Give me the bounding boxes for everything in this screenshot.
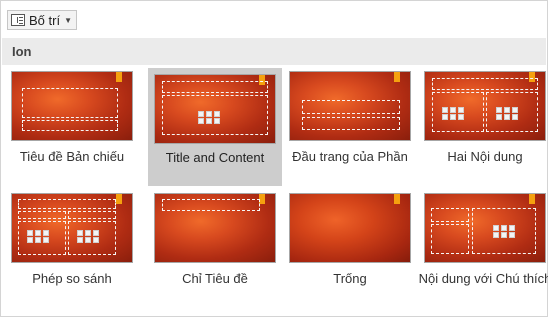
content-icons bbox=[27, 237, 49, 243]
content-icons bbox=[442, 114, 464, 120]
layout-dropdown-button[interactable]: Bố trí ▼ bbox=[7, 10, 77, 30]
layout-gallery: Tiêu đề Bản chiếu Title and Content Đầu … bbox=[1, 65, 548, 316]
title-placeholder bbox=[302, 100, 400, 114]
layout-button-label: Bố trí bbox=[29, 12, 61, 28]
content-icons bbox=[77, 230, 99, 236]
layout-icon bbox=[11, 14, 25, 26]
heading-placeholder-left bbox=[18, 211, 66, 219]
title-placeholder bbox=[162, 199, 260, 211]
chevron-down-icon: ▼ bbox=[64, 15, 72, 25]
content-placeholder bbox=[472, 208, 536, 254]
layout-tile-blank[interactable]: Trống bbox=[283, 187, 417, 313]
theme-group-header: Ion bbox=[2, 38, 546, 65]
layout-label: Đầu trang của Phần bbox=[292, 149, 408, 164]
layout-thumbnail bbox=[289, 193, 411, 263]
layout-tile-title-slide[interactable]: Tiêu đề Bản chiếu bbox=[5, 65, 139, 185]
title-placeholder bbox=[432, 78, 538, 90]
content-icons bbox=[442, 107, 464, 113]
layout-thumbnail bbox=[424, 71, 546, 141]
layout-tile-comparison[interactable]: Phép so sánh bbox=[5, 187, 139, 313]
content-icons bbox=[198, 118, 220, 124]
text-placeholder bbox=[302, 117, 400, 130]
layout-thumbnail bbox=[11, 71, 133, 141]
layout-thumbnail bbox=[154, 193, 276, 263]
title-placeholder bbox=[431, 208, 469, 222]
title-placeholder bbox=[18, 199, 116, 209]
layout-tile-content-with-caption[interactable]: Nội dung với Chú thích bbox=[418, 187, 548, 313]
subtitle-placeholder bbox=[22, 120, 118, 131]
layout-label: Trống bbox=[333, 271, 367, 286]
content-icons bbox=[496, 107, 518, 113]
layout-label: Tiêu đề Bản chiếu bbox=[19, 149, 125, 164]
content-icons bbox=[27, 230, 49, 236]
layout-tile-two-content[interactable]: Hai Nội dung bbox=[418, 65, 548, 185]
accent-tab bbox=[394, 194, 400, 204]
accent-tab bbox=[116, 72, 122, 82]
layout-label: Phép so sánh bbox=[32, 271, 112, 286]
layout-label: Title and Content bbox=[165, 150, 265, 165]
layout-thumbnail bbox=[289, 71, 411, 141]
layout-label: Chỉ Tiêu đề bbox=[182, 271, 248, 286]
layout-tile-title-only[interactable]: Chỉ Tiêu đề bbox=[148, 187, 282, 313]
layout-tile-section-header[interactable]: Đầu trang của Phần bbox=[283, 65, 417, 185]
content-icons bbox=[493, 232, 515, 238]
gallery-toolbar: Bố trí ▼ bbox=[1, 1, 547, 37]
content-icons bbox=[496, 114, 518, 120]
title-placeholder bbox=[22, 88, 118, 118]
content-icons bbox=[493, 225, 515, 231]
layout-thumbnail bbox=[11, 193, 133, 263]
layout-label: Nội dung với Chú thích bbox=[418, 271, 548, 286]
layout-gallery-window: Bố trí ▼ Ion Tiêu đề Bản chiếu Title and bbox=[0, 0, 548, 317]
accent-tab bbox=[116, 194, 122, 204]
layout-label: Hai Nội dung bbox=[447, 149, 523, 164]
accent-tab bbox=[394, 72, 400, 82]
heading-placeholder-right bbox=[68, 211, 116, 219]
caption-placeholder bbox=[431, 224, 469, 254]
content-icons bbox=[77, 237, 99, 243]
layout-thumbnail bbox=[424, 193, 546, 263]
content-icons bbox=[198, 111, 220, 117]
accent-tab bbox=[529, 194, 535, 204]
layout-tile-title-and-content[interactable]: Title and Content bbox=[148, 68, 282, 186]
title-placeholder bbox=[162, 81, 268, 93]
layout-thumbnail bbox=[154, 74, 276, 144]
